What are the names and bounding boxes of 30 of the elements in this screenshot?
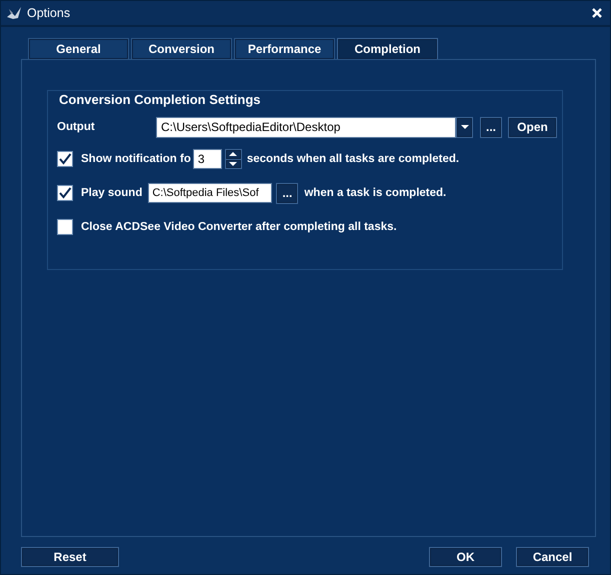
dialog-button[interactable]: Reset (21, 547, 119, 567)
tab[interactable]: General (28, 38, 129, 59)
option-label: Play sound (81, 187, 142, 199)
output-folder-field[interactable]: C:\Users\SoftpediaEditor\Desktop (156, 116, 456, 138)
down-arrow-icon (229, 162, 238, 166)
checkbox[interactable] (57, 219, 73, 235)
open-button[interactable]: Open (508, 116, 557, 138)
option-suffix: seconds when all tasks are completed. (246, 153, 460, 165)
option-label: Show notification fo (81, 153, 191, 165)
tab[interactable]: Completion (337, 38, 438, 59)
dialog-button[interactable]: OK (429, 547, 502, 567)
output-label: Output (57, 121, 96, 133)
option-label: Close ACDSee Video Converter after completing all tasks. (81, 221, 397, 233)
option-suffix: when a task is completed. (304, 187, 446, 199)
window-title: Options (27, 6, 72, 20)
checkbox[interactable] (57, 185, 73, 201)
up-arrow-icon (229, 152, 238, 156)
caret-icon (460, 125, 468, 129)
tab[interactable]: Conversion (131, 38, 232, 59)
close-icon[interactable] (592, 8, 602, 18)
checkbox[interactable] (57, 151, 73, 167)
sound-file-field[interactable]: C:\Softpedia Files\Sof (148, 183, 272, 203)
tab[interactable]: Performance (234, 38, 335, 59)
seconds-field[interactable]: 3 (192, 149, 222, 169)
spin-up-button[interactable] (226, 150, 241, 160)
dialog-button[interactable]: Cancel (516, 547, 589, 567)
browse-button[interactable]: ... (276, 182, 298, 204)
browse-button[interactable]: ... (480, 116, 502, 138)
dropdown-button[interactable] (456, 116, 473, 138)
app-logo-icon (6, 5, 22, 21)
